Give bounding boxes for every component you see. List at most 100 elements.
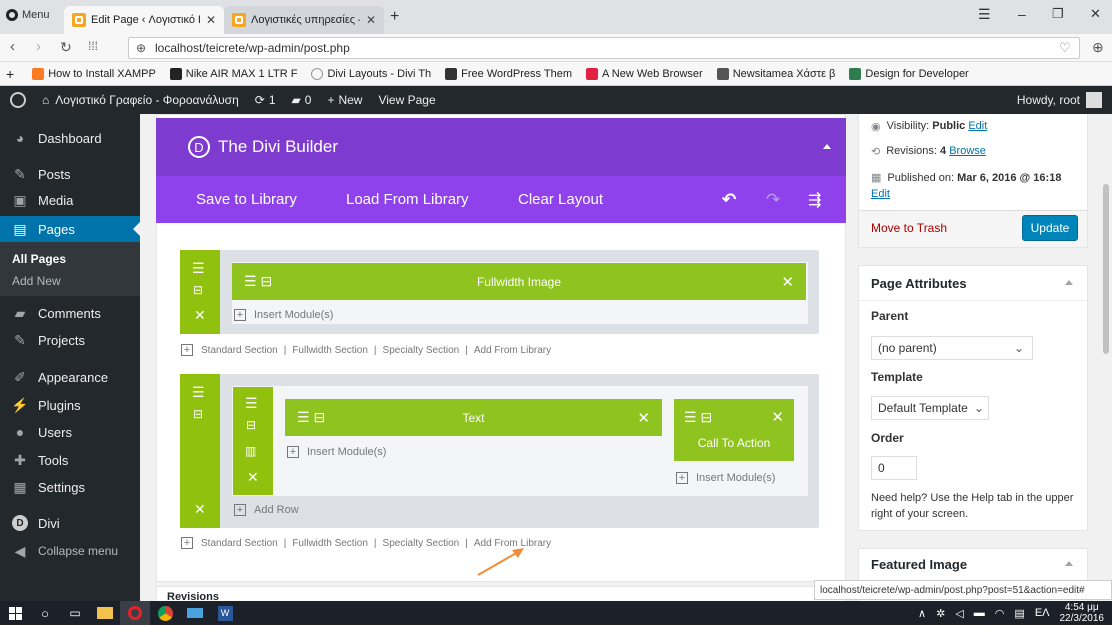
speed-dial-icon[interactable]: ⁞⁞⁞	[88, 39, 98, 53]
photos-taskbar-icon[interactable]	[180, 601, 210, 625]
sidebar-item-dashboard[interactable]: ◕ Dashboard	[0, 126, 140, 150]
row-handle[interactable]: ☰ ⊟ ▥ ✕	[233, 387, 273, 495]
section-handle[interactable]: ☰ ⊟ ✕	[180, 250, 220, 334]
add-row-button[interactable]: + Add Row	[234, 504, 299, 516]
wordpress-logo-icon[interactable]	[10, 92, 26, 108]
maximize-icon[interactable]: ❐	[1052, 6, 1064, 22]
bookmark-item[interactable]: Divi Layouts - Divi Th	[311, 67, 431, 80]
bookmark-item[interactable]: A New Web Browser	[586, 67, 703, 80]
order-input[interactable]: 0	[871, 456, 917, 480]
move-icon[interactable]: ☰ ⊟	[244, 273, 272, 290]
bookmark-item[interactable]: Newsitamea Χάστε β	[716, 67, 835, 80]
published-edit-link[interactable]: Edit	[871, 188, 890, 200]
new-content-link[interactable]: + New	[327, 93, 362, 107]
fullwidth-section-link[interactable]: Fullwidth Section	[292, 538, 368, 549]
back-icon[interactable]: ‹	[10, 38, 15, 55]
collapse-toggle-icon[interactable]	[1065, 280, 1073, 285]
submenu-all-pages[interactable]: All Pages	[0, 252, 140, 266]
new-tab-button[interactable]: +	[390, 8, 399, 26]
fullwidth-section-link[interactable]: Fullwidth Section	[292, 345, 368, 356]
opera-taskbar-icon[interactable]	[120, 601, 150, 625]
fullwidth-image-module[interactable]: ☰ ⊟ Fullwidth Image ✕	[232, 263, 806, 300]
my-account[interactable]: Howdy, root	[1017, 92, 1102, 108]
delete-icon[interactable]: ✕	[194, 307, 206, 324]
volume-icon[interactable]: ◁	[955, 607, 963, 620]
opera-menu-button[interactable]: Menu	[6, 9, 50, 21]
insert-module-button[interactable]: + Insert Module(s)	[234, 309, 333, 321]
collapse-toggle-icon[interactable]	[823, 144, 831, 149]
word-taskbar-icon[interactable]: W	[210, 601, 240, 625]
reload-icon[interactable]: ↻	[60, 39, 72, 56]
columns-icon[interactable]: ▥	[245, 444, 256, 458]
page-scrollbar[interactable]	[1100, 114, 1112, 601]
move-icon[interactable]: ☰ ⊟	[684, 409, 712, 426]
specialty-section-link[interactable]: Specialty Section	[383, 345, 460, 356]
text-module[interactable]: ☰ ⊟ Text ✕	[285, 399, 662, 436]
wifi-icon[interactable]: ◠	[995, 607, 1005, 620]
delete-icon[interactable]: ✕	[781, 273, 794, 291]
settings-icon[interactable]: ⊟	[246, 418, 256, 432]
add-bookmark-button[interactable]: +	[6, 66, 14, 82]
visibility-edit-link[interactable]: Edit	[968, 120, 987, 133]
file-explorer-icon[interactable]	[90, 601, 120, 625]
sidebar-item-media[interactable]: ▣ Media	[0, 188, 140, 212]
template-select[interactable]: Default Template ⌄	[871, 396, 989, 420]
minimize-icon[interactable]: –	[1018, 6, 1026, 22]
sidebar-item-settings[interactable]: ▦ Settings	[0, 475, 140, 499]
sidebar-item-tools[interactable]: ✚ Tools	[0, 448, 140, 472]
browse-revisions-link[interactable]: Browse	[949, 145, 986, 158]
delete-icon[interactable]: ✕	[771, 408, 784, 426]
view-page-link[interactable]: View Page	[378, 93, 435, 107]
collapse-toggle-icon[interactable]	[1065, 561, 1073, 566]
sidebar-item-comments[interactable]: ▰ Comments	[0, 301, 140, 325]
download-icon[interactable]: ⊕	[1092, 39, 1104, 56]
redo-icon[interactable]: ↷	[766, 176, 780, 223]
delete-icon[interactable]: ✕	[637, 409, 650, 427]
updates-link[interactable]: ⟳ 1	[255, 93, 276, 107]
bookmark-item[interactable]: Design for Developer	[849, 67, 969, 80]
tab-menu-icon[interactable]: ☰	[978, 6, 991, 23]
windows-start-icon[interactable]	[0, 601, 30, 625]
sidebar-item-divi[interactable]: D Divi	[0, 511, 140, 535]
insert-module-button[interactable]: + Insert Module(s)	[676, 472, 775, 484]
sidebar-item-pages[interactable]: ▤ Pages	[0, 216, 140, 242]
close-window-icon[interactable]: ✕	[1090, 6, 1101, 22]
history-icon[interactable]: ⇶	[808, 176, 821, 223]
sidebar-item-appearance[interactable]: ✐ Appearance	[0, 365, 140, 389]
chrome-taskbar-icon[interactable]	[150, 601, 180, 625]
clear-layout-button[interactable]: Clear Layout	[518, 176, 603, 223]
delete-icon[interactable]: ✕	[194, 501, 206, 518]
move-icon[interactable]: ☰	[192, 384, 205, 401]
comments-link[interactable]: ▰ 0	[292, 93, 312, 107]
sidebar-item-posts[interactable]: ✎ Posts	[0, 162, 140, 186]
task-view-icon[interactable]: ▭	[60, 601, 90, 625]
chevron-up-icon[interactable]: ∧	[918, 607, 926, 620]
collapse-menu-button[interactable]: ◀ Collapse menu	[0, 539, 140, 563]
undo-icon[interactable]: ↶	[722, 176, 736, 223]
move-icon[interactable]: ☰	[245, 395, 258, 412]
bookmark-item[interactable]: How to Install XAMPP	[32, 67, 156, 80]
update-button[interactable]: Update	[1022, 215, 1078, 241]
bookmark-item[interactable]: Nike AIR MAX 1 LTR F	[169, 67, 297, 80]
clock[interactable]: 4:54 μμ 22/3/2016	[1060, 602, 1105, 624]
specialty-section-link[interactable]: Specialty Section	[383, 538, 460, 549]
sidebar-item-projects[interactable]: ✎ Projects	[0, 328, 140, 352]
tab-edit-page[interactable]: Edit Page ‹ Λογιστικό Γρα ✕	[64, 6, 224, 34]
section-handle[interactable]: ☰ ⊟ ✕	[180, 374, 220, 528]
insert-module-button[interactable]: + Insert Module(s)	[287, 446, 386, 458]
add-from-library-link[interactable]: Add From Library	[474, 345, 551, 356]
tab-close-icon[interactable]: ✕	[360, 13, 376, 27]
heart-icon[interactable]: ♡	[1059, 40, 1071, 56]
standard-section-link[interactable]: Standard Section	[201, 538, 278, 549]
sidebar-item-plugins[interactable]: ⚡ Plugins	[0, 393, 140, 417]
language-indicator[interactable]: ΕΛ	[1035, 607, 1050, 619]
standard-section-link[interactable]: Standard Section	[201, 345, 278, 356]
save-to-library-button[interactable]: Save to Library	[196, 176, 297, 223]
delete-icon[interactable]: ✕	[247, 469, 259, 486]
settings-icon[interactable]: ⊟	[193, 407, 203, 421]
parent-select[interactable]: (no parent) ⌄	[871, 336, 1033, 360]
forward-icon[interactable]: ›	[36, 38, 41, 55]
move-icon[interactable]: ☰ ⊟	[297, 409, 325, 426]
settings-icon[interactable]: ⊟	[193, 283, 203, 297]
move-to-trash-link[interactable]: Move to Trash	[871, 221, 947, 235]
